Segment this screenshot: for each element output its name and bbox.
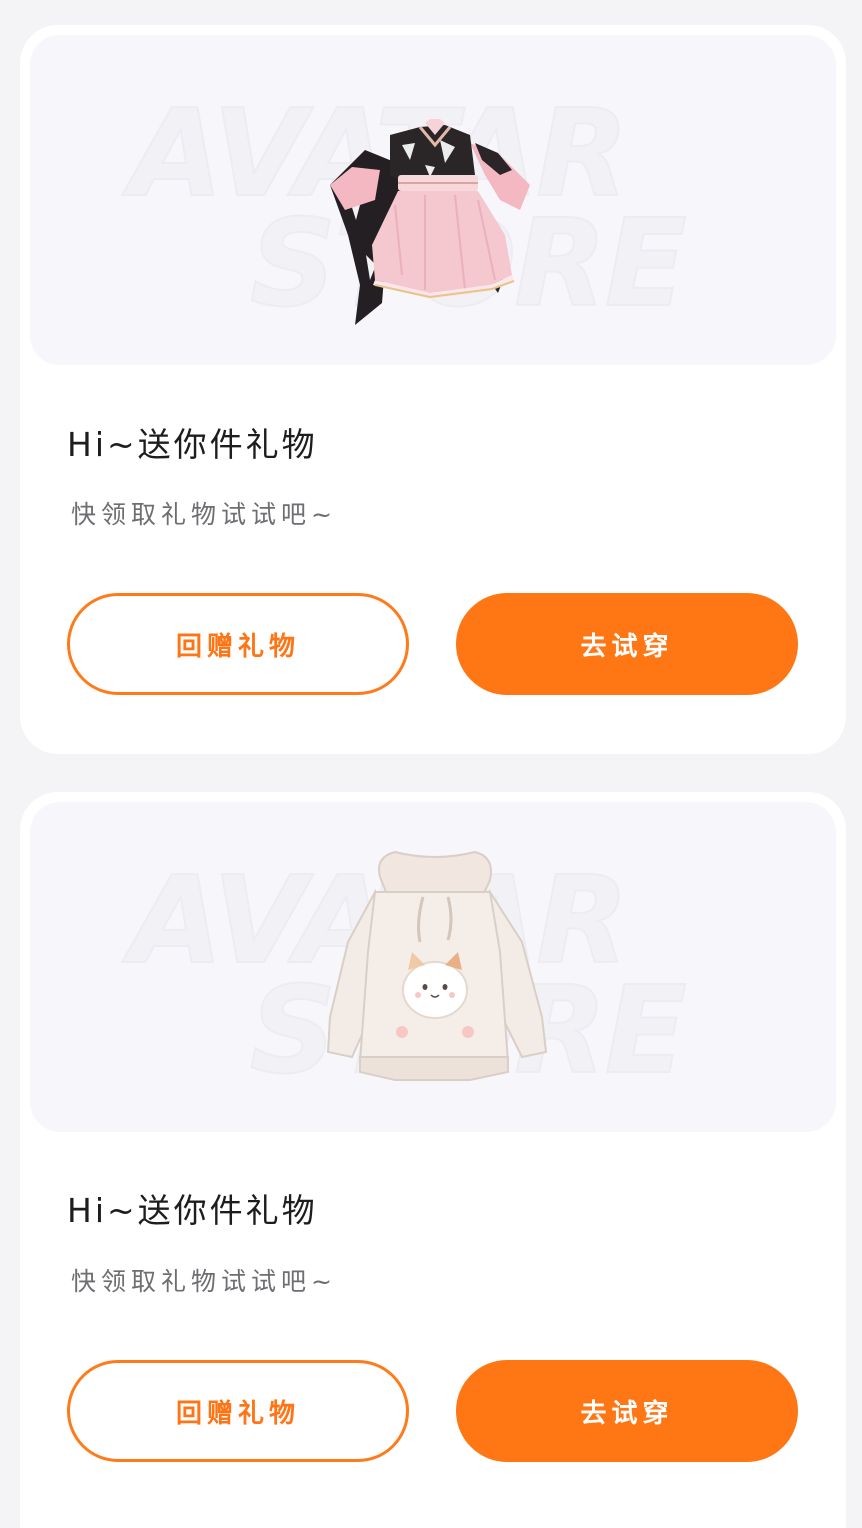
product-banner[interactable]: AVATAR STORE	[30, 802, 836, 1132]
return-gift-button[interactable]: 回赠礼物	[67, 1360, 409, 1462]
gift-subtitle: 快领取礼物试试吧~	[71, 1267, 337, 1296]
try-on-button[interactable]: 去试穿	[456, 1360, 798, 1462]
gift-card: AVATAR STORE	[20, 25, 846, 754]
gift-subtitle: 快领取礼物试试吧~	[71, 500, 337, 529]
product-banner[interactable]: AVATAR STORE	[30, 35, 836, 365]
gift-title: Hi~送你件礼物	[67, 425, 318, 464]
page: AVATAR STORE	[0, 0, 862, 1528]
return-gift-button[interactable]: 回赠礼物	[67, 593, 409, 695]
kimono-dress-icon	[330, 119, 530, 325]
gift-card: AVATAR STORE	[20, 792, 846, 1528]
try-on-button[interactable]: 去试穿	[456, 593, 798, 695]
cat-hoodie-icon	[326, 850, 548, 1081]
gift-title: Hi~送你件礼物	[67, 1191, 318, 1230]
